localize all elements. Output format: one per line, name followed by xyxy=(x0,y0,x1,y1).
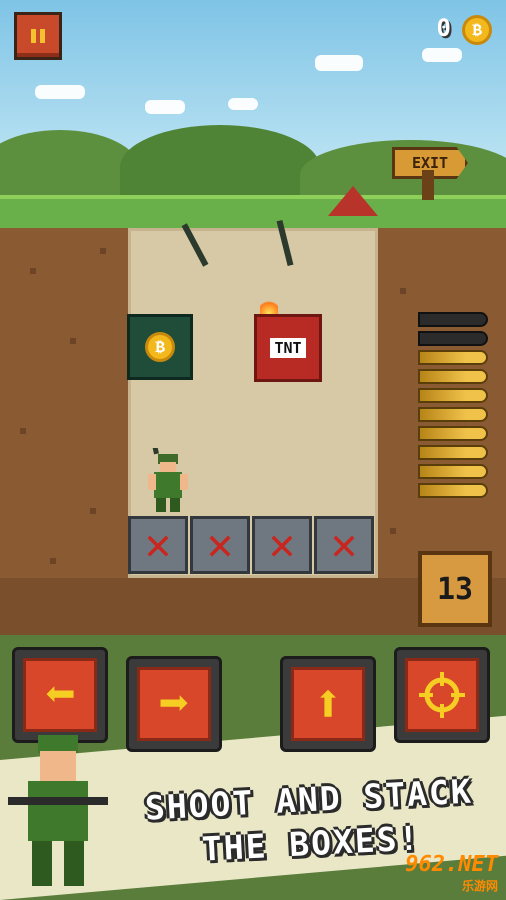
arrow-up-icon: ⬆ xyxy=(312,674,344,734)
arrow-left-icon: ⬅ xyxy=(44,665,76,725)
cloud xyxy=(145,100,185,114)
coin-icon: ₿ xyxy=(145,332,175,362)
bullet-loaded xyxy=(418,350,488,365)
crate: ✕ xyxy=(252,516,312,574)
cloud xyxy=(422,48,462,62)
tnt-box: TNT xyxy=(254,314,322,382)
coin-box: ₿ xyxy=(127,314,193,380)
bullet-loaded xyxy=(418,445,488,460)
watermark: 962.NET 乐游网 xyxy=(405,852,498,893)
exit-sign-post xyxy=(422,170,434,200)
crate-row: ✕ ✕ ✕ ✕ xyxy=(128,516,378,576)
ammo-magazine xyxy=(418,312,496,502)
bullet-loaded xyxy=(418,483,488,498)
pause-button[interactable] xyxy=(14,12,62,60)
crate: ✕ xyxy=(314,516,374,574)
soldier-mascot xyxy=(8,735,108,886)
jump-button[interactable]: ⬆ xyxy=(280,656,376,752)
arrow-right-icon: ➡ xyxy=(158,674,190,734)
bullet-spent xyxy=(418,331,488,346)
player-soldier xyxy=(147,448,188,512)
bullet-loaded xyxy=(418,426,488,441)
move-right-button[interactable]: ➡ xyxy=(126,656,222,752)
fire-button[interactable] xyxy=(394,647,490,743)
cloud xyxy=(228,98,258,110)
crate: ✕ xyxy=(190,516,250,574)
crosshair-icon xyxy=(419,672,465,718)
coin-icon: ₿ xyxy=(462,15,492,45)
tnt-label: TNT xyxy=(270,338,306,358)
bullet-loaded xyxy=(418,464,488,479)
coin-counter: 0 xyxy=(436,14,451,42)
crate: ✕ xyxy=(128,516,188,574)
cloud xyxy=(315,55,363,71)
ammo-count: 13 xyxy=(418,551,492,627)
bullet-loaded xyxy=(418,388,488,403)
bullet-loaded xyxy=(418,407,488,422)
bullet-spent xyxy=(418,312,488,327)
pause-icon xyxy=(31,29,36,43)
cloud xyxy=(35,85,85,99)
bullet-loaded xyxy=(418,369,488,384)
move-left-button[interactable]: ⬅ xyxy=(12,647,108,743)
